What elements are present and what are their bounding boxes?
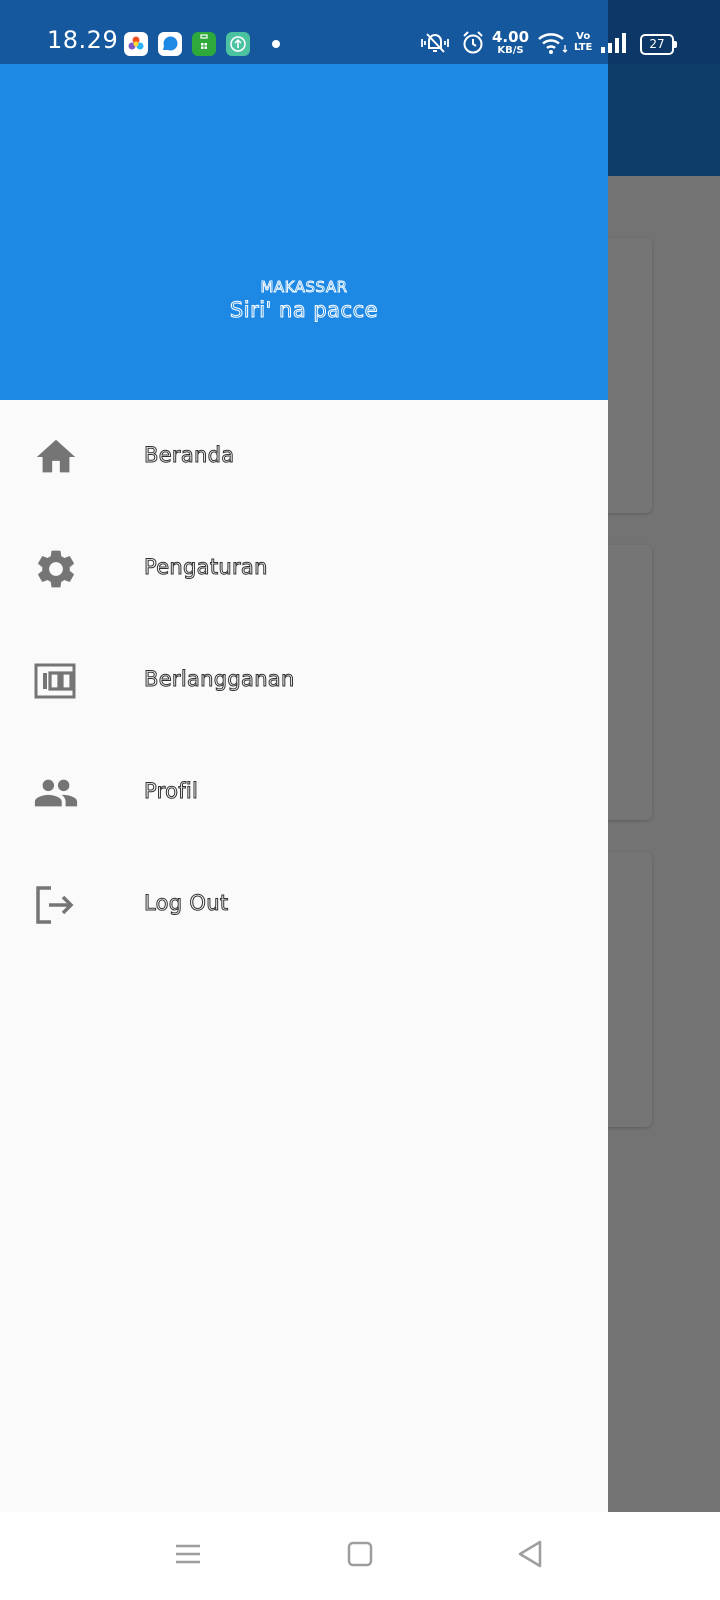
header-region-title: MAKASSAR — [260, 278, 348, 297]
status-time: 18.29 — [47, 26, 119, 54]
more-notifications-dot — [272, 40, 280, 48]
screen: MAKASSAR Siri' na pacce Beranda Pengatur… — [0, 0, 720, 1600]
signal-icon — [601, 33, 626, 53]
menu-item-label: Profil — [143, 779, 199, 804]
system-navigation-bar — [0, 1512, 720, 1600]
menu-item-label: Log Out — [143, 891, 229, 916]
menu-icon[interactable] — [168, 1534, 208, 1574]
drawer-menu: Beranda Pengaturan Berlangganan Profil L… — [0, 400, 608, 960]
volte-indicator: Vo LTE — [574, 31, 592, 53]
vibrate-mute-icon — [421, 33, 449, 53]
logout-icon — [33, 882, 79, 928]
menu-item-label: Beranda — [143, 443, 235, 468]
menu-item-profil[interactable]: Profil — [0, 736, 608, 848]
menu-item-log-out[interactable]: Log Out — [0, 848, 608, 960]
back-triangle-icon[interactable] — [510, 1534, 550, 1574]
people-icon — [33, 770, 79, 816]
menu-item-berlangganan[interactable]: Berlangganan — [0, 624, 608, 736]
store-app-icon — [192, 32, 216, 56]
menu-item-beranda[interactable]: Beranda — [0, 400, 608, 512]
wifi-icon — [538, 33, 568, 54]
menu-item-label: Berlangganan — [144, 667, 295, 692]
volte-top: Vo — [576, 31, 591, 42]
messenger-app-icon — [158, 32, 182, 56]
menu-item-label: Pengaturan — [144, 555, 268, 580]
network-speed-unit: KB/S — [497, 45, 524, 56]
gear-icon — [33, 546, 79, 592]
network-speed-value: 4.00 — [492, 28, 530, 46]
home-icon — [33, 434, 79, 480]
menu-item-pengaturan[interactable]: Pengaturan — [0, 512, 608, 624]
status-bar: 18.29 4.00 KB/S Vo LTE 27 — [0, 0, 720, 64]
gallery-app-icon — [124, 32, 148, 56]
network-speed: 4.00 KB/S — [492, 30, 529, 56]
volte-bottom: LTE — [574, 42, 593, 53]
hundred-counter-icon — [33, 658, 79, 704]
update-app-icon — [226, 32, 250, 56]
alarm-icon — [463, 31, 483, 54]
header-motto: Siri' na pacce — [229, 298, 379, 323]
home-square-icon[interactable] — [340, 1534, 380, 1574]
battery-indicator: 27 — [640, 34, 677, 55]
navigation-drawer: MAKASSAR Siri' na pacce Beranda Pengatur… — [0, 0, 608, 1512]
